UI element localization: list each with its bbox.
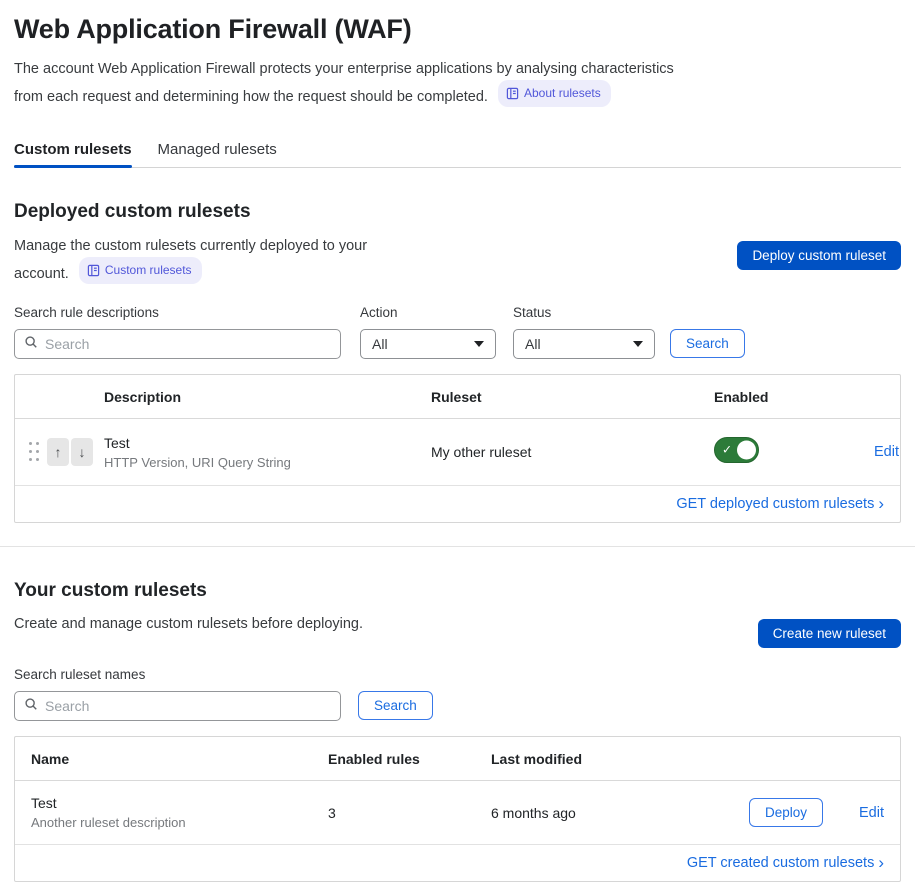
rule-enabled-cell: ✓: [714, 437, 874, 468]
rule-ruleset-cell: My other ruleset: [431, 444, 714, 460]
rule-title: Test: [104, 435, 431, 451]
page-description-line2: from each request and determining how th…: [14, 89, 488, 105]
rule-description-search-input[interactable]: [45, 336, 331, 352]
page-description: The account Web Application Firewall pro…: [14, 59, 901, 108]
search-icon: [24, 697, 38, 716]
rule-description-cell: Test HTTP Version, URI Query String: [104, 435, 431, 470]
chevron-down-icon: [474, 341, 484, 347]
rule-edit-cell: Edit: [874, 443, 915, 461]
ruleset-name-search-field: Search ruleset names: [14, 667, 341, 721]
waf-page: Web Application Firewall (WAF) The accou…: [0, 0, 915, 882]
search-icon: [24, 335, 38, 354]
deployed-search-button[interactable]: Search: [670, 329, 745, 358]
move-down-button[interactable]: ↓: [71, 438, 93, 466]
chevron-down-icon: [633, 341, 643, 347]
deployed-rulesets-table: Description Ruleset Enabled ↑ ↓ Test HTT…: [14, 374, 901, 523]
rule-description-search-field: Search rule descriptions: [14, 305, 341, 359]
ruleset-name-search-box: [14, 691, 341, 721]
edit-ruleset-link[interactable]: Edit: [859, 805, 884, 821]
status-filter-label: Status: [513, 305, 655, 320]
about-rulesets-label: About rulesets: [524, 83, 601, 104]
custom-rulesets-badge-label: Custom rulesets: [105, 260, 192, 281]
get-deployed-rulesets-link[interactable]: GET deployed custom rulesets ›: [676, 496, 884, 512]
deployed-section-description: Manage the custom rulesets currently dep…: [14, 236, 367, 285]
tab-bar: Custom rulesets Managed rulesets: [14, 135, 901, 168]
column-header-enabled-rules: Enabled rules: [328, 751, 491, 767]
action-filter-field: Action All: [360, 305, 496, 359]
column-header-name: Name: [31, 751, 328, 767]
ruleset-name: Test: [31, 795, 328, 811]
action-filter-value: All: [372, 336, 388, 352]
create-new-ruleset-button[interactable]: Create new ruleset: [758, 619, 901, 648]
tab-managed-rulesets[interactable]: Managed rulesets: [158, 135, 277, 167]
custom-table-header: Name Enabled rules Last modified: [15, 737, 900, 781]
custom-section-heading: Your custom rulesets: [14, 580, 901, 602]
edit-rule-link[interactable]: Edit: [874, 444, 899, 460]
deployed-description-line1: Manage the custom rulesets currently dep…: [14, 238, 367, 254]
chevron-right-icon: ›: [878, 495, 884, 512]
enabled-rules-cell: 3: [328, 805, 491, 821]
table-row: ↑ ↓ Test HTTP Version, URI Query String …: [15, 419, 900, 486]
custom-section-intro: Create and manage custom rulesets before…: [14, 614, 901, 648]
section-divider: [0, 546, 915, 547]
rule-subtitle: HTTP Version, URI Query String: [104, 455, 431, 470]
deployed-table-header: Description Ruleset Enabled: [15, 375, 900, 419]
ruleset-description: Another ruleset description: [31, 815, 328, 830]
ruleset-name-search-label: Search ruleset names: [14, 667, 341, 682]
page-title: Web Application Firewall (WAF): [14, 14, 901, 45]
custom-section-description: Create and manage custom rulesets before…: [14, 614, 363, 635]
ruleset-name-cell: Test Another ruleset description: [31, 795, 328, 830]
drag-handle-icon[interactable]: [29, 442, 40, 462]
column-header-ruleset: Ruleset: [431, 389, 714, 405]
deploy-custom-ruleset-button[interactable]: Deploy custom ruleset: [737, 241, 901, 270]
custom-search-button[interactable]: Search: [358, 691, 433, 720]
ruleset-name-search-input[interactable]: [45, 698, 331, 714]
action-filter-label: Action: [360, 305, 496, 320]
book-icon: [506, 87, 519, 100]
column-header-last-modified: Last modified: [491, 751, 701, 767]
ruleset-name-search-bar: Search ruleset names Search: [14, 667, 901, 721]
column-header-description: Description: [104, 389, 431, 405]
row-reorder-controls: ↑ ↓: [15, 438, 104, 466]
rule-description-search-box: [14, 329, 341, 359]
rule-description-search-label: Search rule descriptions: [14, 305, 341, 320]
get-created-rulesets-link[interactable]: GET created custom rulesets ›: [687, 855, 884, 871]
custom-table-footer: GET created custom rulesets ›: [15, 845, 900, 881]
status-filter-value: All: [525, 336, 541, 352]
deployed-table-footer: GET deployed custom rulesets ›: [15, 486, 900, 522]
check-icon: ✓: [722, 442, 732, 456]
action-filter-select[interactable]: All: [360, 329, 496, 359]
custom-rulesets-badge[interactable]: Custom rulesets: [79, 257, 202, 284]
column-header-enabled: Enabled: [714, 389, 874, 405]
deployed-section-intro: Manage the custom rulesets currently dep…: [14, 236, 901, 285]
book-icon: [87, 264, 100, 277]
enabled-toggle[interactable]: ✓: [714, 437, 759, 463]
chevron-right-icon: ›: [878, 854, 884, 871]
deployed-section-heading: Deployed custom rulesets: [14, 201, 901, 223]
deployed-filter-bar: Search rule descriptions Action All Stat…: [14, 305, 901, 359]
deploy-ruleset-button[interactable]: Deploy: [749, 798, 823, 827]
custom-rulesets-table: Name Enabled rules Last modified Test An…: [14, 736, 901, 882]
deployed-description-line2: account.: [14, 266, 69, 282]
last-modified-cell: 6 months ago: [491, 805, 701, 821]
move-up-button[interactable]: ↑: [47, 438, 69, 466]
status-filter-field: Status All: [513, 305, 655, 359]
about-rulesets-badge[interactable]: About rulesets: [498, 80, 611, 107]
status-filter-select[interactable]: All: [513, 329, 655, 359]
ruleset-actions-cell: Deploy Edit: [701, 798, 884, 827]
page-description-line1: The account Web Application Firewall pro…: [14, 61, 674, 77]
tab-custom-rulesets[interactable]: Custom rulesets: [14, 135, 132, 167]
table-row: Test Another ruleset description 3 6 mon…: [15, 781, 900, 845]
